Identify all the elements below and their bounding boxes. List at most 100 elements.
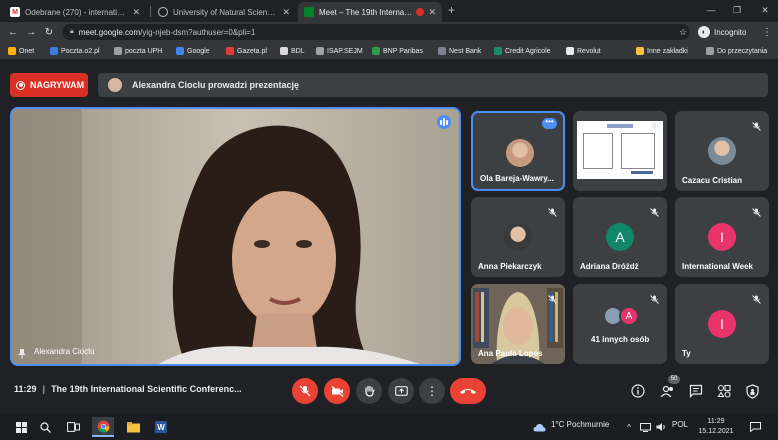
bookmark-item[interactable]: Revolut	[566, 45, 601, 57]
host-controls-button[interactable]	[742, 381, 762, 401]
microphone-off-button[interactable]	[292, 378, 318, 404]
participant-name: Cazacu Cristian	[682, 176, 743, 185]
speaker-label: Alexandra Cioclu	[18, 346, 94, 359]
camera-off-icon	[331, 385, 343, 397]
participant-tile[interactable]: I Ty	[675, 284, 769, 364]
mic-off-icon	[299, 385, 311, 397]
participant-tile[interactable]: I International Week	[675, 197, 769, 277]
bookmark-label: BDL	[291, 47, 305, 55]
bookmark-favicon-icon	[316, 47, 324, 55]
forward-icon[interactable]: →	[24, 25, 38, 39]
activities-button[interactable]	[714, 381, 734, 401]
bookmark-item[interactable]: poczta UPH	[114, 45, 162, 57]
incognito-indicator[interactable]: ◐ Incognito	[698, 25, 746, 39]
chrome-taskbar-icon[interactable]	[92, 417, 114, 437]
bookmark-item[interactable]: Credit Agricole	[494, 45, 551, 57]
url-host: meet.google.com	[78, 27, 141, 37]
bookmark-item[interactable]: BDL	[280, 45, 305, 57]
raise-hand-button[interactable]	[356, 378, 382, 404]
window-close-icon[interactable]: ✕	[752, 0, 778, 20]
file-explorer-icon[interactable]	[122, 417, 144, 437]
star-icon[interactable]: ☆	[676, 25, 690, 39]
shield-lock-icon	[745, 383, 759, 399]
bookmark-favicon-icon	[636, 47, 644, 55]
chat-icon	[689, 384, 703, 398]
reload-icon[interactable]: ↻	[42, 25, 56, 39]
tab-title: Meet – The 19th Internationa	[319, 7, 413, 17]
clock-time: 11:29	[707, 418, 725, 425]
present-icon	[394, 385, 408, 396]
close-tab-icon[interactable]: ✕	[282, 7, 290, 18]
menu-kebab-icon[interactable]: ⋮	[760, 25, 774, 39]
participants-button[interactable]: 50	[658, 375, 680, 401]
bookmark-favicon-icon	[176, 47, 184, 55]
participant-tile[interactable]: A 41 innych osób	[573, 284, 667, 364]
tab-gmail[interactable]: M Odebrane (270) - international.s ✕	[4, 2, 146, 22]
notifications-icon[interactable]	[746, 417, 764, 437]
bookmark-label: Google	[187, 47, 210, 55]
bookmark-item[interactable]: ISAP.SEJM	[316, 45, 363, 57]
svg-text:W: W	[157, 423, 165, 432]
bookmark-item[interactable]: Nest Bank	[438, 45, 481, 57]
bookmark-item[interactable]: BNP Paribas	[372, 45, 423, 57]
main-speaker-video[interactable]: Alexandra Cioclu	[10, 107, 461, 366]
presentation-banner: Alexandra Cioclu prowadzi prezentację	[98, 73, 768, 97]
tab-meet[interactable]: Meet – The 19th Internationa ✕	[298, 2, 442, 22]
search-icon[interactable]	[34, 417, 56, 437]
new-tab-button[interactable]: +	[448, 3, 455, 17]
maximize-icon[interactable]: ❐	[724, 0, 750, 20]
leave-call-button[interactable]	[450, 378, 486, 404]
recording-badge: NAGRYWAM	[10, 73, 88, 97]
participant-tile[interactable]: A Adriana Dróżdż	[573, 197, 667, 277]
windows-start-icon[interactable]	[10, 417, 32, 437]
bookmark-label: Onet	[19, 47, 35, 55]
tile-more-options-icon[interactable]: •••	[542, 118, 557, 129]
participant-initial-avatar: A	[606, 223, 634, 251]
participant-tile[interactable]: ••• Ola Bareja-Wawry...	[471, 111, 565, 191]
bookmark-item[interactable]: Onet	[8, 45, 34, 57]
close-tab-icon[interactable]: ✕	[428, 7, 436, 18]
bookmark-item[interactable]: Poczta.o2.pl	[50, 45, 100, 57]
bookmark-favicon-icon	[8, 47, 16, 55]
meeting-details-button[interactable]	[628, 381, 648, 401]
back-icon[interactable]: ←	[6, 25, 20, 39]
bookmark-favicon-icon	[566, 47, 574, 55]
network-icon[interactable]	[638, 417, 652, 437]
volume-icon[interactable]	[654, 417, 668, 437]
chat-button[interactable]	[686, 381, 706, 401]
close-tab-icon[interactable]: ✕	[132, 7, 140, 18]
participant-tile[interactable]: Ana Paula Lopes	[471, 284, 565, 364]
bookmark-item[interactable]: Inne zakładki	[636, 45, 688, 57]
bookmark-favicon-icon	[50, 47, 58, 55]
tray-chevron-icon[interactable]: ^	[622, 417, 636, 437]
participant-name: International Week	[682, 262, 753, 271]
input-language[interactable]: POL	[672, 420, 688, 429]
minimize-icon[interactable]: —	[698, 0, 724, 20]
bookmark-item[interactable]: Google	[176, 45, 210, 57]
bookmark-item[interactable]: Gazeta.pl	[226, 45, 267, 57]
participant-tile[interactable]: Anna Piekarczyk	[471, 197, 565, 277]
clock-date: 15.12.2021	[698, 428, 734, 435]
speaker-video-frame	[12, 109, 459, 364]
word-icon[interactable]: W	[150, 417, 172, 437]
present-screen-button[interactable]	[388, 378, 414, 404]
muted-mic-icon	[650, 204, 659, 217]
participant-tile[interactable]	[573, 111, 667, 191]
weather-text[interactable]: 1°C Pochmurnie	[551, 420, 609, 429]
browser-tab-strip: M Odebrane (270) - international.s ✕ Uni…	[0, 0, 778, 22]
tab-university[interactable]: University of Natural Sciences an ✕	[152, 2, 296, 22]
bookmark-label: Inne zakładki	[647, 47, 688, 55]
pin-icon[interactable]	[18, 346, 26, 359]
presenter-avatar	[108, 78, 122, 92]
muted-mic-icon	[752, 118, 761, 131]
camera-off-button[interactable]	[324, 378, 350, 404]
task-view-icon[interactable]	[62, 417, 84, 437]
more-options-button[interactable]: ⋮	[419, 378, 445, 404]
participant-name: Adriana Dróżdż	[580, 262, 639, 271]
participant-initial-avatar: I	[708, 223, 736, 251]
participant-tile[interactable]: Cazacu Cristian	[675, 111, 769, 191]
address-bar[interactable]: 🔒︎ meet.google.com/yig-njeb-dsm?authuser…	[62, 24, 690, 40]
bookmarks-bar: Onet Poczta.o2.pl poczta UPH Google Gazeta.p…	[0, 42, 778, 60]
system-clock[interactable]: 11:29 15.12.2021	[696, 417, 736, 437]
bookmark-item[interactable]: Do przeczytania	[706, 45, 767, 57]
